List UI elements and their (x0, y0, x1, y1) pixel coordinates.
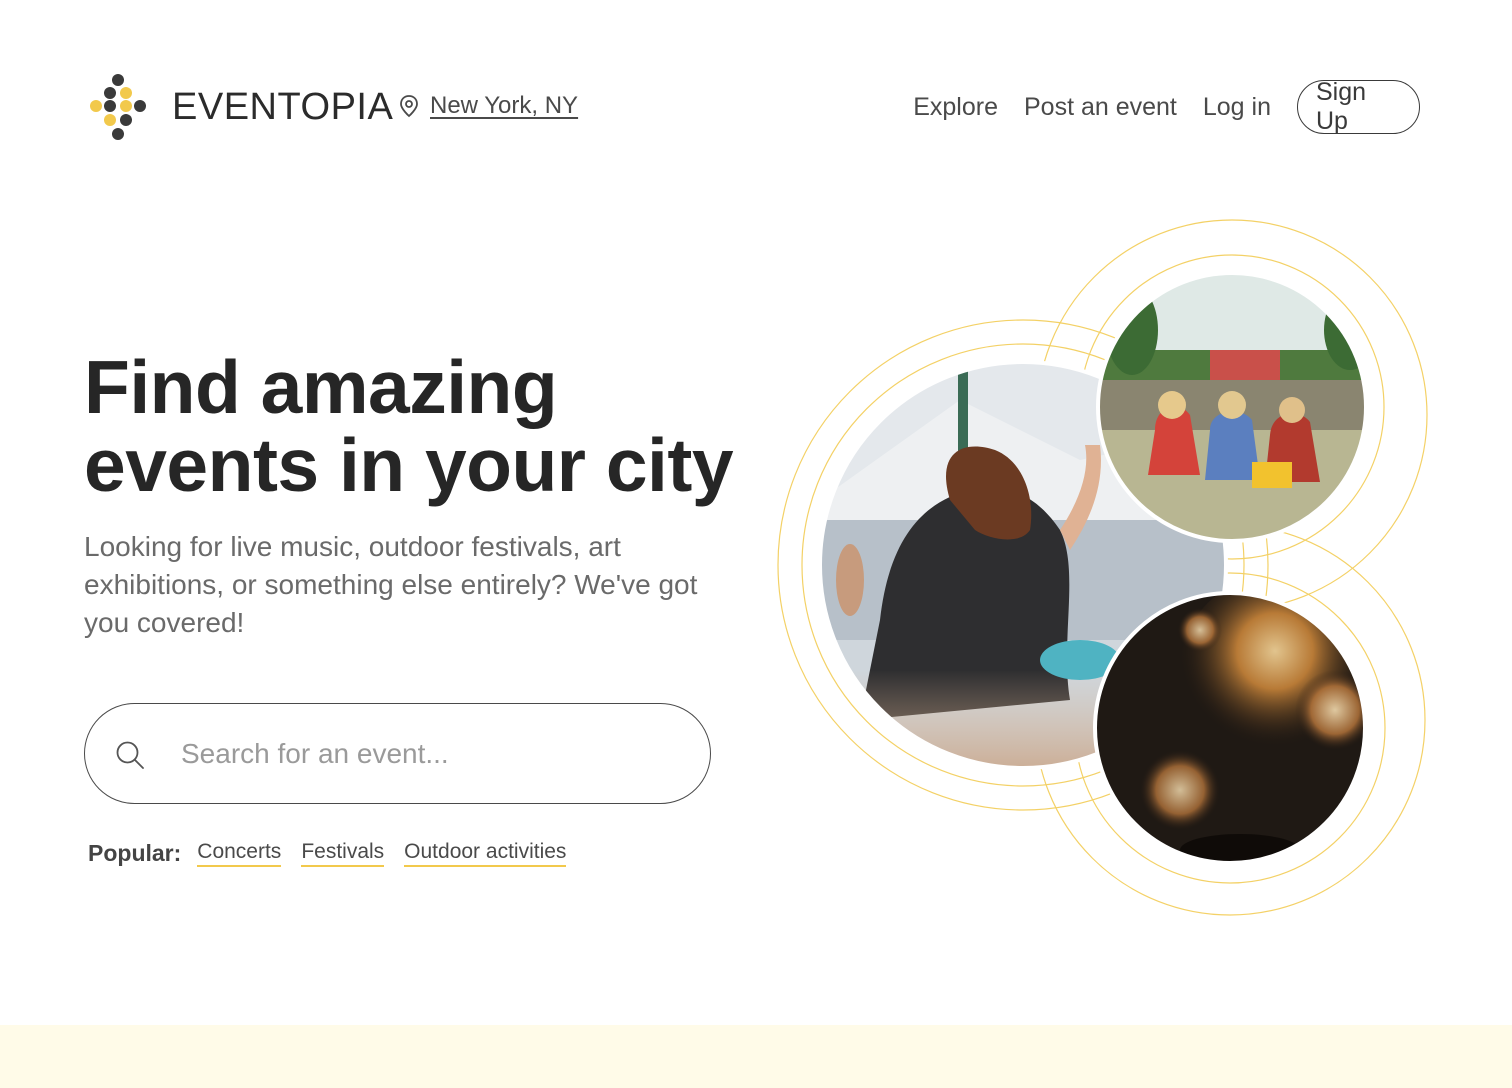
location-city[interactable]: New York, NY (430, 92, 578, 120)
popular-tags: Popular: Concerts Festivals Outdoor acti… (88, 840, 586, 867)
footer-band (0, 1025, 1512, 1088)
popular-tag-festivals[interactable]: Festivals (301, 840, 385, 867)
signup-button[interactable]: Sign Up (1297, 78, 1420, 135)
main-nav: Explore Post an event Log in Sign Up (887, 78, 1420, 135)
hero-title-line2: events in your city (84, 423, 734, 507)
nav-explore-link[interactable]: Explore (913, 93, 998, 122)
brand-name[interactable]: EVENTOPIA (172, 86, 393, 129)
hero-title-line1: Find amazing (84, 345, 558, 429)
search-bar[interactable] (84, 703, 711, 804)
eventopia-logo-icon[interactable] (88, 72, 148, 144)
popular-tag-outdoor-activities[interactable]: Outdoor activities (404, 840, 567, 867)
location-pin-icon (400, 95, 418, 118)
search-input[interactable] (181, 732, 681, 776)
popular-tag-concerts[interactable]: Concerts (197, 840, 282, 867)
site-header: EVENTOPIA New York, NY Explore Post an e… (0, 0, 1512, 216)
popular-label: Popular: (88, 840, 182, 866)
nav-login-link[interactable]: Log in (1203, 93, 1271, 122)
hero-subtitle: Looking for live music, outdoor festival… (84, 531, 698, 638)
search-icon[interactable] (115, 740, 145, 770)
nav-post-event-link[interactable]: Post an event (1024, 93, 1177, 122)
hero-title: Find amazing events in your city (84, 348, 764, 504)
hero-illustration (777, 219, 1428, 916)
location-selector[interactable]: New York, NY (398, 92, 578, 120)
